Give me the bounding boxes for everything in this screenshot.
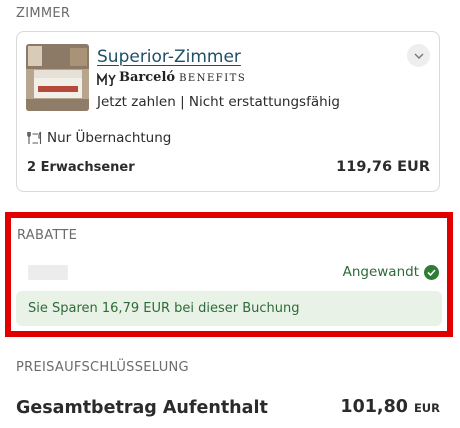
- total-label: Gesamtbetrag Aufenthalt: [16, 398, 268, 418]
- section-label-discounts: RABATTE: [17, 228, 78, 243]
- discount-status: Angewandt: [343, 264, 439, 280]
- rate-conditions: Jetzt zahlen | Nicht erstattungsfähig: [97, 94, 340, 110]
- room-name-link[interactable]: Superior-Zimmer: [97, 47, 241, 67]
- brand-name: Barceló: [119, 70, 176, 85]
- check-circle-icon: [424, 264, 439, 280]
- total-currency: EUR: [413, 401, 440, 415]
- room-thumbnail[interactable]: [26, 44, 89, 111]
- room-card: Superior-Zimmer Barceló BENEFITS Jetzt z…: [16, 31, 440, 192]
- brand-sub: BENEFITS: [179, 73, 247, 84]
- room-price: 119,76 EUR: [336, 159, 430, 175]
- savings-message: Sie Sparen 16,79 EUR bei dieser Buchung: [28, 301, 300, 316]
- expand-room-button[interactable]: [407, 44, 430, 67]
- discount-section-highlight: RABATTE Angewandt Sie Sparen 16,79 EUR b…: [5, 212, 453, 337]
- guest-count: 2 Erwachsener: [27, 160, 135, 175]
- mybarcelo-monogram-icon: [97, 72, 116, 86]
- chevron-down-icon: [414, 53, 423, 59]
- total-price: 101,80 EUR: [340, 397, 440, 417]
- meal-plan: Nur Übernachtung: [27, 130, 171, 146]
- section-label-price-breakdown: PREISAUFSCHLÜSSELUNG: [16, 360, 189, 375]
- section-label-room: ZIMMER: [16, 6, 71, 21]
- discount-status-label: Angewandt: [342, 264, 419, 280]
- meal-plan-label: Nur Übernachtung: [47, 130, 172, 146]
- brand-logo: Barceló BENEFITS: [97, 70, 246, 88]
- discount-code-redacted: [28, 265, 68, 280]
- total-amount: 101,80: [340, 397, 408, 417]
- savings-banner: Sie Sparen 16,79 EUR bei dieser Buchung: [16, 291, 442, 326]
- cutlery-icon: [27, 131, 42, 144]
